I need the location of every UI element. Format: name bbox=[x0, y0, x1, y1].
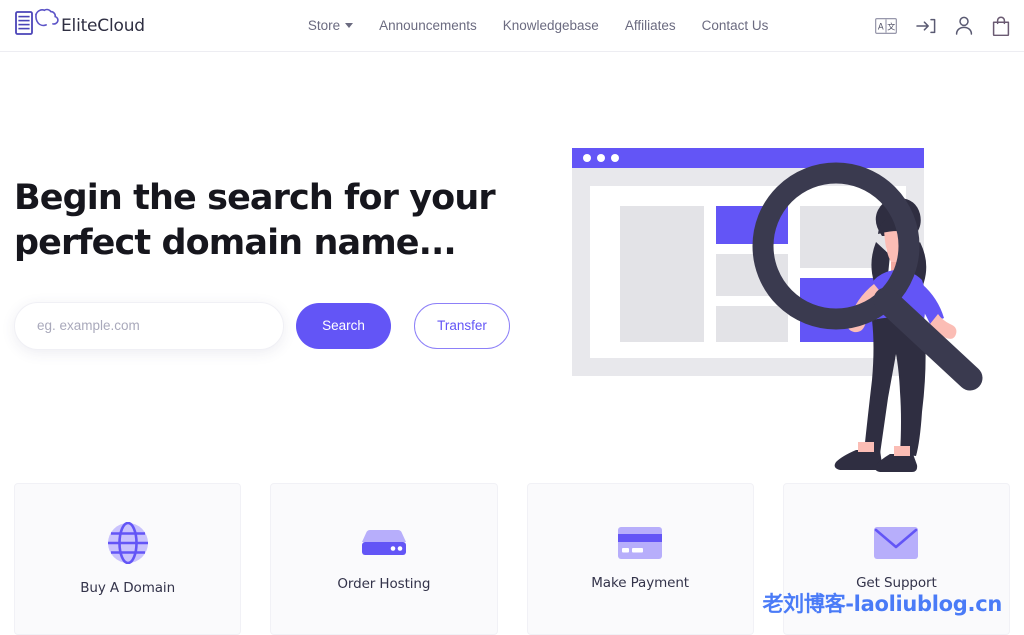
brand-name: EliteCloud bbox=[61, 15, 145, 36]
hero-title-line-1: Begin the search for your bbox=[14, 178, 496, 218]
hero-section: Begin the search for your perfect domain… bbox=[0, 52, 1024, 472]
nav-item-store-label: Store bbox=[307, 18, 341, 33]
page-title: Begin the search for your perfect domain… bbox=[14, 176, 534, 266]
search-button[interactable]: Search bbox=[296, 302, 391, 349]
card-label-make-payment: Make Payment bbox=[591, 575, 689, 591]
user-account-icon[interactable] bbox=[955, 16, 973, 35]
card-label-order-hosting: Order Hosting bbox=[337, 576, 431, 592]
card-label-buy-a-domain: Buy A Domain bbox=[80, 580, 176, 596]
shopping-bag-icon[interactable] bbox=[992, 16, 1010, 36]
chevron-down-icon bbox=[345, 23, 354, 28]
language-selector-icon[interactable]: A 文 bbox=[875, 17, 897, 34]
svg-text:A: A bbox=[878, 22, 884, 32]
card-order-hosting[interactable]: Order Hosting bbox=[270, 483, 498, 635]
domain-search-form: Search Transfer bbox=[14, 301, 534, 350]
nav-item-announcements[interactable]: Announcements bbox=[379, 18, 477, 33]
nav-item-contact-us[interactable]: Contact Us bbox=[702, 18, 769, 33]
hero-illustration bbox=[564, 134, 1024, 494]
hero-title-line-2: perfect domain name... bbox=[14, 222, 457, 263]
envelope-icon bbox=[874, 527, 919, 559]
globe-icon bbox=[107, 521, 149, 565]
nav-item-affiliates[interactable]: Affiliates bbox=[625, 18, 676, 33]
nav-item-knowledgebase[interactable]: Knowledgebase bbox=[503, 18, 599, 33]
card-buy-a-domain[interactable]: Buy A Domain bbox=[14, 483, 242, 635]
svg-text:文: 文 bbox=[887, 21, 895, 31]
card-make-payment[interactable]: Make Payment bbox=[526, 483, 754, 635]
server-icon bbox=[361, 526, 407, 560]
site-watermark: 老刘博客-laoliublog.cn bbox=[762, 592, 1002, 616]
server-cloud-logo-icon bbox=[14, 8, 60, 43]
transfer-button[interactable]: Transfer bbox=[414, 302, 510, 349]
site-header: EliteCloud Store Announcements Knowledge… bbox=[0, 0, 1024, 52]
main-navigation: Store Announcements Knowledgebase Affili… bbox=[308, 18, 769, 33]
credit-card-icon bbox=[618, 527, 663, 559]
login-icon[interactable] bbox=[916, 17, 936, 35]
hero-copy: Begin the search for your perfect domain… bbox=[14, 176, 534, 350]
nav-item-store[interactable]: Store bbox=[307, 18, 354, 33]
header-icon-group: A 文 bbox=[875, 16, 1010, 36]
brand-logo[interactable]: EliteCloud bbox=[14, 8, 145, 43]
domain-search-input[interactable] bbox=[14, 301, 284, 350]
